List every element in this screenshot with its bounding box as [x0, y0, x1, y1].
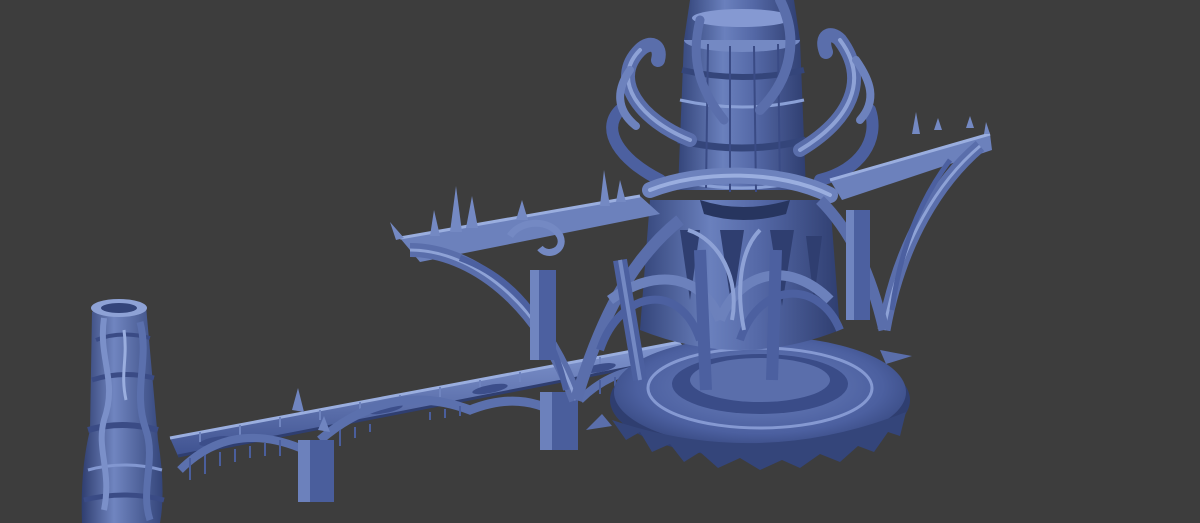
stone-bridge [169, 340, 691, 502]
fantasy-tower-bridge-model [81, 0, 992, 523]
left-pillar-tower [81, 299, 165, 523]
3d-viewport[interactable] [0, 0, 1200, 523]
right-wing-buttress [816, 112, 992, 332]
